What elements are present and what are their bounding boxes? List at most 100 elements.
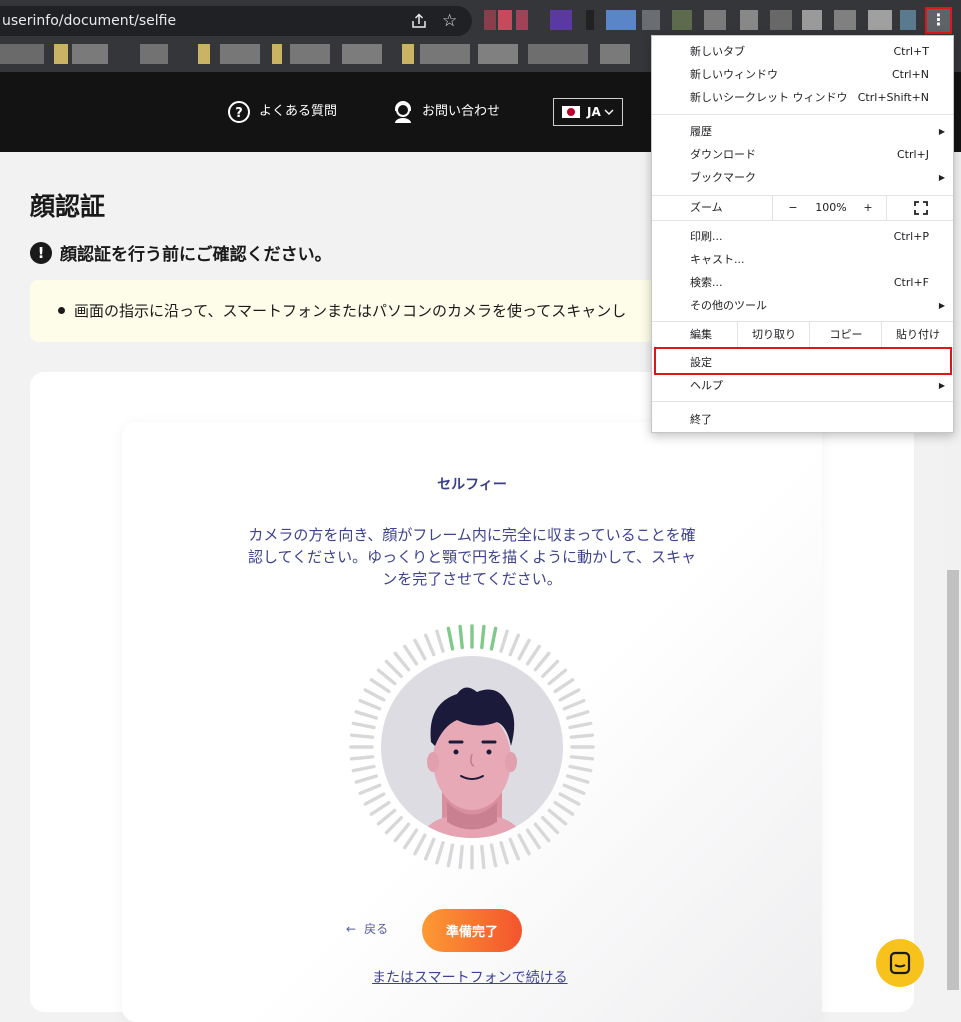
scan-tick — [413, 638, 427, 661]
scan-tick — [562, 698, 586, 711]
menu-label: 検索... — [690, 276, 723, 289]
scan-tick — [480, 844, 486, 870]
zoom-in-button[interactable]: + — [850, 196, 886, 220]
back-button[interactable]: ← 戻る — [346, 920, 388, 937]
address-bar[interactable]: userinfo/document/selfie ☆ — [0, 6, 472, 36]
scan-tick-complete — [489, 626, 498, 651]
scan-tick — [351, 721, 376, 730]
menu-label: 新しいウィンドウ — [690, 68, 778, 81]
scan-tick — [569, 733, 595, 739]
cut-button[interactable]: 切り取り — [737, 322, 810, 348]
scan-tick — [525, 828, 541, 850]
menu-shortcut: Ctrl+P — [893, 230, 929, 243]
scan-tick — [525, 644, 541, 666]
scan-tick — [435, 840, 445, 865]
scan-tick — [363, 688, 386, 702]
svg-text:?: ? — [235, 106, 243, 121]
menu-label: 印刷... — [690, 230, 723, 243]
scan-tick — [553, 800, 575, 816]
menu-label: キャスト... — [690, 253, 745, 266]
menu-shortcut: Ctrl+F — [893, 276, 929, 289]
ready-button[interactable]: 準備完了 — [422, 909, 522, 952]
menu-zoom-row: ズーム − 100% + — [652, 195, 953, 221]
menu-shortcut: Ctrl+N — [891, 68, 929, 81]
scan-tick — [558, 688, 581, 702]
menu-edit-row: 編集 切り取り コピー 貼り付け — [652, 321, 953, 349]
scan-tick — [517, 638, 531, 661]
menu-item-help[interactable]: ヘルプ ▶ — [652, 374, 953, 397]
zoom-level: 100% — [815, 201, 847, 214]
contact-link[interactable]: お問い合わせ — [392, 100, 500, 124]
scan-tick — [354, 774, 379, 784]
menu-label: ヘルプ — [690, 379, 723, 392]
scan-ring — [349, 624, 595, 870]
scan-tick — [533, 822, 551, 843]
scan-tick — [403, 828, 419, 850]
chat-button[interactable] — [876, 939, 924, 987]
scan-tick — [489, 843, 498, 868]
url-text[interactable]: userinfo/document/selfie — [2, 6, 176, 36]
menu-label: 履歴 — [690, 125, 712, 138]
question-icon: ? — [228, 101, 250, 123]
scan-tick — [458, 844, 464, 870]
scan-tick — [558, 792, 581, 806]
menu-item-bookmarks[interactable]: ブックマーク ▶ — [652, 166, 953, 189]
continue-on-smartphone-link[interactable]: またはスマートフォンで続ける — [372, 967, 568, 987]
language-code: JA — [587, 105, 601, 119]
menu-item-exit[interactable]: 終了 — [652, 408, 953, 431]
scan-tick — [499, 629, 509, 654]
scan-tick — [547, 808, 568, 826]
menu-label: 終了 — [690, 413, 712, 426]
scan-tick — [565, 774, 590, 784]
scan-tick-complete — [480, 624, 486, 650]
notice-heading: ! 顔認証を行う前にご確認ください。 — [30, 240, 332, 265]
scan-tick — [349, 733, 375, 739]
scan-tick — [423, 633, 436, 657]
copy-button[interactable]: コピー — [809, 322, 882, 348]
faq-link[interactable]: ? よくある質問 — [227, 100, 337, 124]
scan-tick — [517, 833, 531, 856]
bookmark-star-icon[interactable]: ☆ — [442, 6, 457, 36]
menu-label: 新しいシークレット ウィンドウ — [690, 91, 848, 104]
scan-tick — [553, 678, 575, 694]
submenu-arrow-icon: ▶ — [938, 381, 945, 390]
menu-item-history[interactable]: 履歴 ▶ — [652, 120, 953, 143]
scan-tick — [358, 783, 382, 796]
fullscreen-button[interactable] — [886, 196, 954, 220]
scan-tick — [393, 822, 411, 843]
page-title: 顔認証 — [30, 192, 106, 221]
scan-tick — [569, 755, 595, 761]
scan-tick — [508, 837, 521, 861]
scan-tick — [349, 755, 375, 761]
menu-label: ダウンロード — [690, 148, 756, 161]
browser-menu-button[interactable]: ⋮ — [925, 7, 952, 34]
menu-item-new-tab[interactable]: 新しいタブ Ctrl+T — [652, 40, 953, 63]
paste-button[interactable]: 貼り付け — [881, 322, 954, 348]
share-icon[interactable] — [410, 12, 428, 30]
menu-item-cast[interactable]: キャスト... — [652, 248, 953, 271]
menu-item-find[interactable]: 検索... Ctrl+F — [652, 271, 953, 294]
scan-tick — [354, 710, 379, 720]
scan-tick-complete — [446, 626, 455, 651]
scan-tick — [376, 668, 397, 686]
menu-item-new-window[interactable]: 新しいウィンドウ Ctrl+N — [652, 63, 953, 86]
scan-tick — [384, 816, 403, 835]
menu-label: ブックマーク — [690, 171, 756, 184]
arrow-left-icon: ← — [346, 921, 357, 936]
info-item: 画面の指示に沿って、スマートフォンまたはパソコンのカメラを使ってスキャンし — [74, 302, 627, 320]
scan-tick — [384, 659, 403, 678]
menu-item-print[interactable]: 印刷... Ctrl+P — [652, 225, 953, 248]
language-selector[interactable]: JA — [553, 98, 623, 126]
exclamation-icon: ! — [30, 241, 52, 264]
face-scan-frame — [347, 622, 597, 872]
scan-tick — [541, 816, 560, 835]
scan-tick — [423, 837, 436, 861]
scan-tick — [413, 833, 427, 856]
scrollbar-thumb[interactable] — [947, 570, 959, 990]
zoom-out-button[interactable]: − — [772, 196, 813, 220]
menu-item-downloads[interactable]: ダウンロード Ctrl+J — [652, 143, 953, 166]
scan-tick — [533, 651, 551, 672]
menu-item-more-tools[interactable]: その他のツール ▶ — [652, 294, 953, 317]
scan-tick-complete — [458, 624, 464, 650]
menu-item-new-incognito[interactable]: 新しいシークレット ウィンドウ Ctrl+Shift+N — [652, 86, 953, 109]
